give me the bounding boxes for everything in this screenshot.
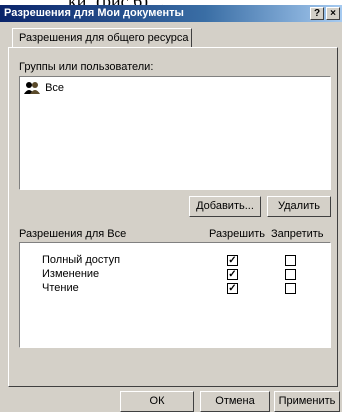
cancel-button[interactable]: Отмена — [200, 391, 270, 412]
groups-label-text: Группы или пользователи: — [19, 61, 154, 73]
allow-checkbox[interactable]: ✓ — [227, 283, 238, 294]
deny-column-header: Запретить — [271, 228, 324, 240]
users-group-icon — [24, 81, 40, 95]
permissions-dialog: Разрешения для общего ресурса Группы или… — [0, 22, 342, 412]
deny-checkbox[interactable] — [285, 255, 296, 266]
apply-button[interactable]: Применить — [274, 391, 340, 412]
remove-button[interactable]: Удалить — [267, 196, 331, 217]
permissions-list: Полный доступ ✓ Изменение ✓ Чтение ✓ — [19, 242, 331, 348]
add-button[interactable]: Добавить... — [189, 196, 261, 217]
permission-name: Изменение — [42, 268, 100, 280]
ok-button[interactable]: ОК — [120, 391, 194, 412]
allow-checkbox[interactable]: ✓ — [227, 269, 238, 280]
tab-panel: Группы или пользователи: Все Добавить...… — [8, 47, 338, 387]
allow-checkbox[interactable]: ✓ — [227, 255, 238, 266]
allow-column-header: Разрешить — [209, 228, 265, 240]
groups-listbox[interactable]: Все — [19, 76, 331, 190]
tab-share-permissions[interactable]: Разрешения для общего ресурса — [12, 28, 192, 47]
window-title: Разрешения для Мои документы — [4, 7, 184, 19]
help-button[interactable]: ? — [310, 7, 324, 20]
deny-checkbox[interactable] — [285, 269, 296, 280]
window-titlebar[interactable]: Разрешения для Мои документы ? × — [0, 5, 342, 22]
permission-name: Полный доступ — [42, 254, 121, 266]
permissions-label: Разрешения для Все — [19, 228, 127, 240]
groups-label: Группы или пользователи: — [19, 61, 153, 73]
permission-name: Чтение — [42, 282, 79, 294]
close-button[interactable]: × — [326, 7, 340, 20]
list-item-label: Все — [45, 82, 65, 95]
list-item-everyone[interactable]: Все — [24, 80, 64, 96]
deny-checkbox[interactable] — [285, 283, 296, 294]
